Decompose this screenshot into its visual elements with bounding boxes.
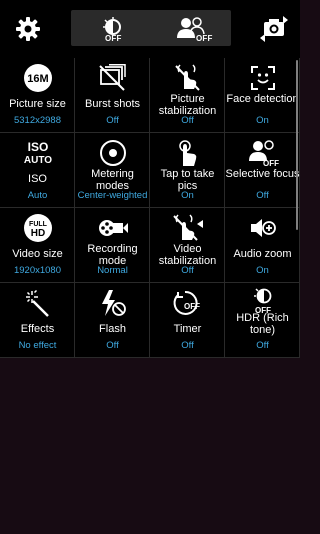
setting-label: Audio zoom [233,248,292,260]
settings-button[interactable] [8,10,48,48]
picture-stabilization-icon [174,64,200,91]
setting-value: On [181,190,194,201]
setting-hdr[interactable]: OFF HDR (Rich tone) Off [225,283,300,358]
quick-toggle-group: OFF OFF [71,10,231,46]
recording-mode-icon [98,220,128,236]
setting-value: Center-weighted [77,190,148,201]
flash-off-icon [101,290,126,316]
iso-icon-text-top: ISO [27,140,48,154]
tap-to-take-icon [178,140,196,166]
switch-camera-icon [260,16,288,42]
setting-value: Off [106,340,119,351]
setting-label: ISO [28,173,47,185]
timer-icon: OFF [173,290,200,315]
gear-icon [16,17,40,41]
setting-label: Tap to take pics [160,168,215,192]
setting-value: On [256,265,269,276]
setting-label: Burst shots [84,98,141,110]
setting-audio-zoom[interactable]: Audio zoom On [225,208,300,283]
audio-zoom-icon [250,219,276,237]
burst-shots-icon [98,64,126,91]
video-size-icon-text-top: FULL [29,221,48,228]
video-size-icon-text-bottom: HD [30,228,44,239]
setting-label: Timer [173,323,202,335]
face-detection-icon [250,66,275,90]
video-size-icon: FULL HD [23,214,52,242]
setting-video-size[interactable]: FULL HD Video size 1920x1080 [0,208,75,283]
setting-label: Effects [20,323,55,335]
timer-icon-text: OFF [184,302,200,311]
selective-focus-quick-toggle[interactable]: OFF [151,10,231,46]
setting-label: Selective focus [225,168,300,180]
metering-icon [99,140,126,166]
setting-value: Off [181,340,194,351]
camera-settings-grid: 16M Picture size 5312x2988 Burst shots O… [0,58,300,358]
setting-effects[interactable]: Effects No effect [0,283,75,358]
setting-label: Face detection [226,93,299,105]
video-stabilization-icon [172,214,203,241]
setting-flash[interactable]: Flash Off [75,283,150,358]
picture-size-icon-text: 16M [27,73,48,85]
setting-value: On [256,115,269,126]
setting-value: Off [106,115,119,126]
iso-icon-text-bottom: AUTO [23,155,51,166]
setting-iso[interactable]: ISO AUTO ISO Auto [0,133,75,208]
setting-value: Off [256,340,269,351]
setting-recording-mode[interactable]: Recording mode Normal [75,208,150,283]
selective-focus-icon-text: OFF [263,159,279,167]
settings-scrollbar[interactable] [296,60,298,230]
setting-value: Auto [27,190,48,201]
setting-value: Off [256,190,269,201]
setting-label: Picture stabilization [158,93,217,117]
setting-selective-focus[interactable]: OFF Selective focus Off [225,133,300,208]
setting-value: Off [181,115,194,126]
setting-metering-modes[interactable]: Metering modes Center-weighted [75,133,150,208]
setting-label: Video stabilization [158,243,217,267]
effects-icon [25,289,49,317]
switch-camera-button[interactable] [254,10,294,48]
setting-video-stabilization[interactable]: Video stabilization Off [150,208,225,283]
setting-value: No effect [18,340,57,351]
hdr-toggle-state: OFF [105,34,122,43]
setting-label: HDR (Rich tone) [236,312,289,336]
setting-timer[interactable]: OFF Timer Off [150,283,225,358]
setting-label: Video size [12,248,63,260]
hdr-icon: OFF [253,288,271,315]
selective-focus-toggle-state: OFF [196,34,213,43]
setting-label: Recording mode [87,243,138,267]
setting-label: Metering modes [91,168,134,192]
hdr-quick-toggle[interactable]: OFF [71,10,151,46]
setting-value: 5312x2988 [13,115,62,126]
setting-face-detection[interactable]: Face detection On [225,58,300,133]
setting-value: 1920x1080 [13,265,62,276]
selective-focus-icon: OFF [248,140,279,167]
setting-label: Flash [99,323,126,335]
camera-top-bar: OFF OFF [0,0,300,58]
setting-value: Normal [97,265,128,276]
setting-picture-size[interactable]: 16M Picture size 5312x2988 [0,58,75,133]
iso-icon: ISO AUTO [23,140,51,166]
setting-label: Picture size [9,98,66,110]
setting-picture-stabilization[interactable]: Picture stabilization Off [150,58,225,133]
setting-tap-to-take-pics[interactable]: Tap to take pics On [150,133,225,208]
picture-size-icon: 16M [23,64,52,92]
setting-value: Off [181,265,194,276]
setting-burst-shots[interactable]: Burst shots Off [75,58,150,133]
